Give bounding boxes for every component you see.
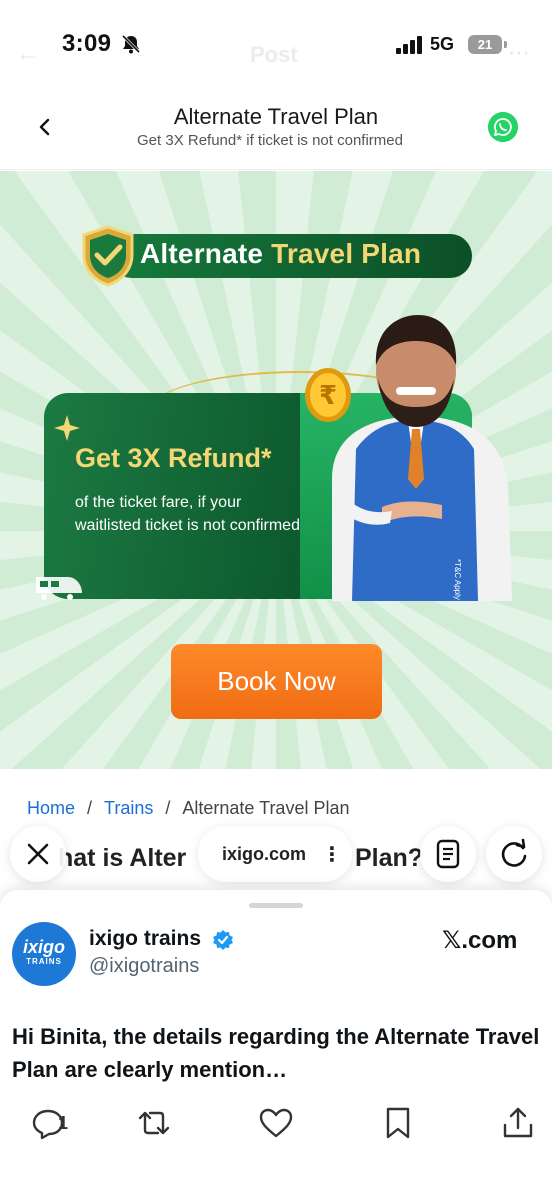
article-heading: hat is Alter xyxy=(58,844,187,872)
page-title: Alternate Travel Plan xyxy=(173,104,379,129)
reader-icon xyxy=(436,839,460,869)
avatar-subtitle: TRAINS xyxy=(26,957,62,966)
post-text[interactable]: Hi Binita, the details regarding the Alt… xyxy=(12,1020,542,1086)
banner-title: Alternate Travel Plan xyxy=(140,238,421,270)
promo-banner[interactable]: Alternate Travel Plan Get 3X Refund* of … xyxy=(0,171,552,769)
close-browser-button[interactable] xyxy=(10,826,66,882)
reply-icon[interactable] xyxy=(18,1106,78,1140)
refund-headline: Get 3X Refund* xyxy=(75,443,272,473)
bookmark-icon[interactable] xyxy=(380,1106,416,1140)
battery-indicator: 21 xyxy=(468,35,502,54)
article-heading-tail: Plan? xyxy=(355,844,424,872)
whatsapp-share-icon[interactable] xyxy=(488,112,518,142)
url-text[interactable]: ixigo.com xyxy=(222,844,306,865)
battery-tip xyxy=(504,41,507,48)
ghost-page-title: Post xyxy=(250,42,298,67)
status-time: 3:09 xyxy=(62,30,112,57)
reload-button[interactable] xyxy=(486,826,542,882)
book-now-button[interactable]: Book Now xyxy=(171,644,382,719)
status-bar: ← Post ⋯ 3:09 5G 21 xyxy=(0,0,552,92)
breadcrumb-home[interactable]: Home xyxy=(27,798,75,818)
signal-icon xyxy=(396,36,422,54)
breadcrumb-current: Alternate Travel Plan xyxy=(182,798,350,818)
breadcrumb: Home / Trains / Alternate Travel Plan xyxy=(27,798,349,819)
avatar-logo: ixigo xyxy=(22,937,65,957)
sheet-grabber[interactable] xyxy=(249,903,303,908)
shield-check-icon xyxy=(82,225,134,287)
page-subtitle: Get 3X Refund* if ticket is not confirme… xyxy=(137,132,403,149)
reader-mode-button[interactable] xyxy=(420,826,476,882)
source-label[interactable]: 𝕏.com xyxy=(442,926,517,955)
reload-icon xyxy=(501,838,527,867)
user-handle[interactable]: @ixigotrains xyxy=(89,955,199,978)
ghost-back-arrow-icon: ← xyxy=(16,40,40,67)
ghost-more-icon: ⋯ xyxy=(508,40,530,65)
retweet-icon[interactable] xyxy=(136,1106,172,1140)
silent-bell-icon xyxy=(121,34,141,54)
breadcrumb-separator: / xyxy=(165,798,171,818)
brand-ambassador-image xyxy=(332,315,512,601)
verified-badge-icon xyxy=(213,930,233,950)
refund-description: of the ticket fare, if your waitlisted t… xyxy=(75,494,300,534)
terms-note: *T&C Apply xyxy=(453,559,462,600)
breadcrumb-separator: / xyxy=(87,798,93,818)
like-heart-icon[interactable] xyxy=(258,1106,294,1140)
sparkle-icon xyxy=(54,415,80,441)
train-icon xyxy=(36,577,82,600)
banner-title-part2: Travel Plan xyxy=(271,238,422,269)
banner-title-part1: Alternate xyxy=(140,238,264,269)
share-icon[interactable] xyxy=(500,1106,536,1140)
display-name[interactable]: ixigo trains xyxy=(89,927,201,951)
network-type: 5G xyxy=(430,34,455,54)
page-header: Alternate Travel Plan Get 3X Refund* if … xyxy=(0,92,552,170)
url-menu-icon[interactable]: ⋮ xyxy=(322,842,342,867)
breadcrumb-trains[interactable]: Trains xyxy=(104,798,153,818)
reply-count: 1 xyxy=(58,1113,69,1133)
close-icon xyxy=(27,843,49,865)
